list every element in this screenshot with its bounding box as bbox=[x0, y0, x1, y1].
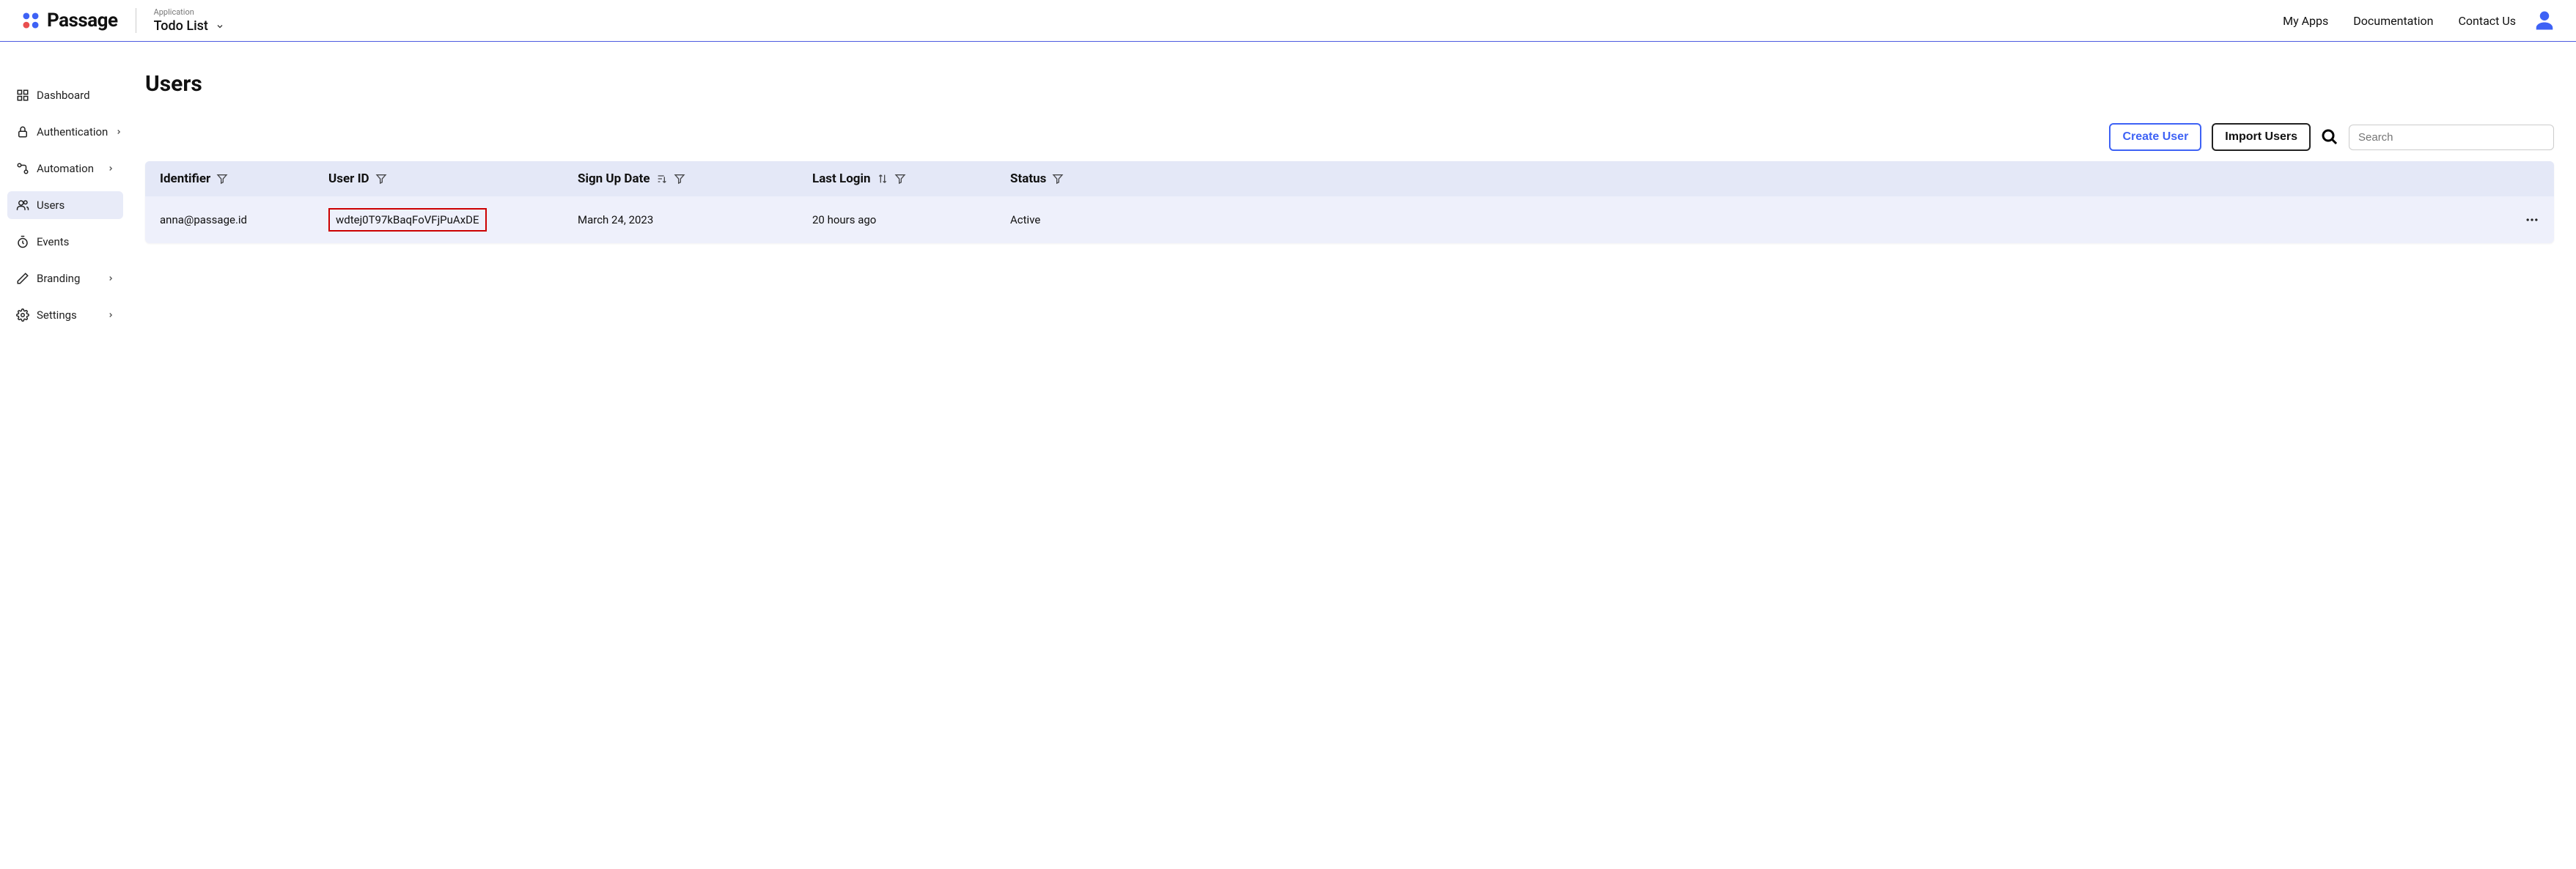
pencil-icon bbox=[16, 272, 29, 285]
sidebar-item-label: Automation bbox=[37, 162, 94, 175]
toolbar: Create User Import Users bbox=[145, 123, 2554, 151]
sort-updown-icon[interactable] bbox=[877, 173, 888, 185]
create-user-button[interactable]: Create User bbox=[2109, 123, 2201, 151]
topbar: Passage Application Todo List My Apps Do… bbox=[0, 0, 2576, 42]
sidebar-item-label: Dashboard bbox=[37, 89, 90, 102]
col-signup-label: Sign Up Date bbox=[578, 171, 650, 186]
cell-identifier: anna@passage.id bbox=[152, 213, 321, 226]
table-row[interactable]: anna@passage.id wdtej0T97kBaqFoVFjPuAxDE… bbox=[145, 196, 2554, 243]
import-users-button[interactable]: Import Users bbox=[2212, 123, 2311, 151]
filter-icon[interactable] bbox=[894, 173, 906, 185]
brand-name: Passage bbox=[47, 10, 118, 32]
users-icon bbox=[16, 199, 29, 212]
sidebar-item-label: Authentication bbox=[37, 125, 108, 138]
automation-icon bbox=[16, 162, 29, 175]
filter-icon[interactable] bbox=[375, 173, 387, 185]
application-name: Todo List bbox=[154, 18, 208, 34]
sidebar-item-settings[interactable]: Settings bbox=[7, 301, 123, 329]
sidebar-item-label: Settings bbox=[37, 308, 77, 322]
chevron-down-icon bbox=[216, 22, 224, 31]
sidebar-item-branding[interactable]: Branding bbox=[7, 265, 123, 292]
sidebar-item-users[interactable]: Users bbox=[7, 191, 123, 219]
users-table: Identifier User ID Sign Up Date bbox=[145, 161, 2554, 243]
sort-icon[interactable] bbox=[656, 173, 668, 185]
sidebar-item-automation[interactable]: Automation bbox=[7, 155, 123, 182]
nav-contact-us[interactable]: Contact Us bbox=[2458, 14, 2516, 28]
nav-my-apps[interactable]: My Apps bbox=[2283, 14, 2328, 28]
cell-status: Active bbox=[1003, 213, 1083, 226]
cell-last-login: 20 hours ago bbox=[805, 213, 1003, 226]
top-nav: My Apps Documentation Contact Us bbox=[2283, 14, 2516, 28]
chevron-right-icon bbox=[107, 165, 114, 172]
col-status-label: Status bbox=[1010, 171, 1046, 186]
chevron-right-icon bbox=[115, 128, 122, 136]
filter-icon[interactable] bbox=[216, 173, 228, 185]
brand-mark-icon bbox=[21, 10, 41, 31]
main-content: Users Create User Import Users Identifie… bbox=[130, 42, 2576, 369]
sidebar-item-dashboard[interactable]: Dashboard bbox=[7, 81, 123, 109]
table-header: Identifier User ID Sign Up Date bbox=[145, 161, 2554, 196]
stopwatch-icon bbox=[16, 235, 29, 248]
row-actions-menu-icon[interactable] bbox=[2525, 212, 2539, 227]
cell-sign-up: March 24, 2023 bbox=[570, 213, 805, 226]
lock-icon bbox=[16, 125, 29, 138]
chevron-right-icon bbox=[107, 311, 114, 319]
search-icon[interactable] bbox=[2321, 128, 2338, 146]
sidebar-item-label: Users bbox=[37, 199, 65, 212]
col-login-label: Last Login bbox=[812, 171, 871, 186]
chevron-right-icon bbox=[107, 275, 114, 282]
filter-icon[interactable] bbox=[1052, 173, 1064, 185]
col-userid-label: User ID bbox=[328, 171, 369, 186]
col-identifier-label: Identifier bbox=[160, 171, 210, 186]
sidebar: Dashboard Authentication Automation U bbox=[0, 42, 130, 369]
dashboard-icon bbox=[16, 89, 29, 102]
sidebar-item-events[interactable]: Events bbox=[7, 228, 123, 256]
nav-documentation[interactable]: Documentation bbox=[2353, 14, 2433, 28]
sidebar-item-authentication[interactable]: Authentication bbox=[7, 118, 123, 146]
cell-user-id-highlighted: wdtej0T97kBaqFoVFjPuAxDE bbox=[328, 208, 487, 232]
page-title: Users bbox=[145, 71, 2554, 97]
sidebar-item-label: Branding bbox=[37, 272, 80, 285]
application-label: Application bbox=[154, 7, 224, 17]
sidebar-item-label: Events bbox=[37, 235, 69, 248]
brand-logo[interactable]: Passage bbox=[21, 10, 118, 32]
search-input[interactable] bbox=[2349, 125, 2554, 150]
application-selector[interactable]: Application Todo List bbox=[154, 7, 224, 34]
gear-icon bbox=[16, 308, 29, 322]
user-avatar-icon[interactable] bbox=[2533, 10, 2555, 32]
filter-icon[interactable] bbox=[674, 173, 685, 185]
